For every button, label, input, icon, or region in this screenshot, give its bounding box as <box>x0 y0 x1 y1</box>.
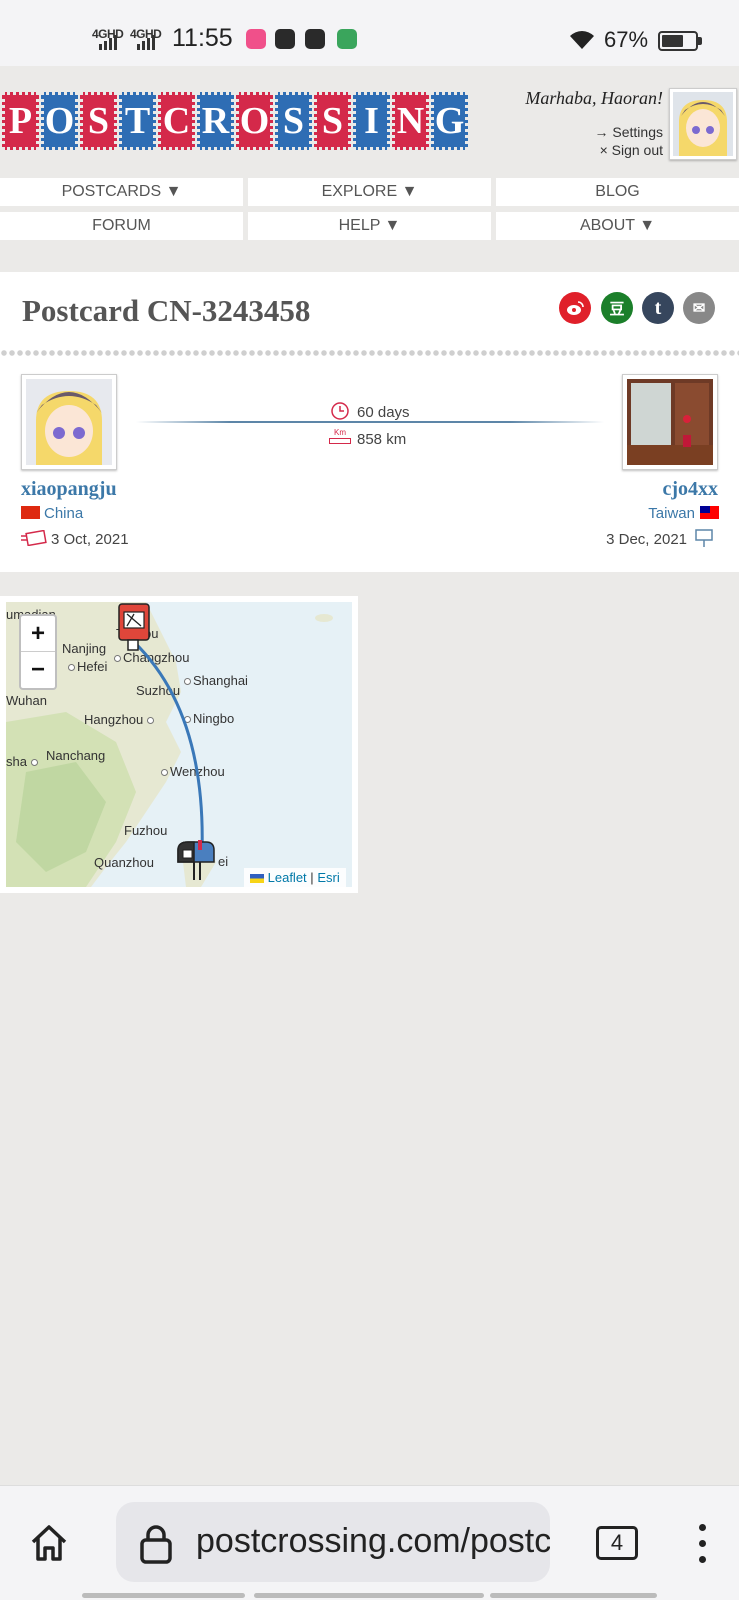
nav-postcards[interactable]: POSTCARDS ▼ <box>0 178 243 206</box>
tumblr-icon[interactable]: t <box>642 292 674 324</box>
greeting: Marhaba, Haoran! <box>525 88 663 108</box>
logo-letter: I <box>353 92 390 150</box>
logo-letter: T <box>119 92 156 150</box>
logo-letter: N <box>392 92 429 150</box>
distance: 858 km <box>357 431 407 448</box>
receiver-username[interactable]: cjo4xx <box>662 478 718 501</box>
esri-link[interactable]: Esri <box>317 870 339 885</box>
logo-letter: O <box>41 92 78 150</box>
sent-postcard-icon <box>21 530 47 546</box>
email-icon[interactable]: ✉ <box>683 292 715 324</box>
route-line <box>136 421 604 423</box>
logo-letter: R <box>197 92 234 150</box>
zoom-in-button[interactable]: + <box>21 616 55 652</box>
postcrossing-logo[interactable]: POSTCROSSING <box>2 92 468 150</box>
sender-country[interactable]: China <box>44 505 83 522</box>
dotted-divider <box>0 349 739 357</box>
home-icon[interactable] <box>28 1522 70 1564</box>
mailbox-icon <box>695 529 713 547</box>
logo-letter: O <box>236 92 273 150</box>
logo-letter: S <box>314 92 351 150</box>
user-avatar[interactable] <box>669 88 737 160</box>
page-title: Postcard CN-3243458 <box>22 293 311 328</box>
zoom-out-button[interactable]: − <box>21 652 55 688</box>
ukraine-flag-icon <box>250 874 264 884</box>
douban-icon[interactable]: 豆 <box>601 292 633 324</box>
logo-letter: P <box>2 92 39 150</box>
logo-letter: S <box>80 92 117 150</box>
battery-icon <box>658 31 698 51</box>
tab-switcher-button[interactable]: 4 <box>596 1526 638 1560</box>
logo-letter: C <box>158 92 195 150</box>
gesture-bar <box>254 1593 484 1598</box>
sender-avatar[interactable] <box>21 374 117 470</box>
clock: 11:55 <box>172 24 233 52</box>
gesture-bar <box>82 1593 245 1598</box>
settings-link[interactable]: → Settings <box>595 124 663 140</box>
leaflet-link[interactable]: Leaflet <box>268 870 307 885</box>
travel-time: 60 days <box>357 404 410 421</box>
nav-forum[interactable]: FORUM <box>0 212 243 240</box>
telegram-icon <box>305 29 325 49</box>
sender-postbox-marker[interactable] <box>116 602 152 652</box>
map-attribution: Leaflet | Esri <box>244 868 346 888</box>
receiver-mailbox-marker[interactable] <box>174 840 218 880</box>
nav-help[interactable]: HELP ▼ <box>248 212 491 240</box>
receiver-avatar[interactable] <box>622 374 718 470</box>
signal-icon <box>135 28 157 50</box>
weibo-icon[interactable] <box>559 292 591 324</box>
logo-letter: S <box>275 92 312 150</box>
wifi-icon <box>570 31 594 49</box>
battery-tip <box>698 37 702 45</box>
menu-icon[interactable] <box>699 1524 706 1564</box>
avatar-image <box>673 92 733 156</box>
battery-level <box>662 35 684 47</box>
attribution-separator: | <box>310 870 314 885</box>
lock-icon[interactable] <box>138 1524 174 1564</box>
logo-letter: G <box>431 92 468 150</box>
nav-blog[interactable]: BLOG <box>496 178 739 206</box>
distance-icon: Km <box>329 428 351 445</box>
sender-avatar-image <box>26 379 112 465</box>
nav-about[interactable]: ABOUT ▼ <box>496 212 739 240</box>
sign-out-link[interactable]: × Sign out <box>600 142 663 158</box>
china-flag-icon <box>21 506 40 519</box>
app-notification-icon <box>337 29 357 49</box>
gesture-bar <box>490 1593 657 1598</box>
route-map[interactable]: umadian Nanjing Hefei Wuhan Changzhou Su… <box>6 602 352 887</box>
receiver-country[interactable]: Taiwan <box>648 505 695 522</box>
app-notification-icon <box>275 29 295 49</box>
app-notification-icon <box>246 29 266 49</box>
sender-username[interactable]: xiaopangju <box>21 478 117 501</box>
url-text[interactable]: postcrossing.com/postcards/CN-3243458 <box>196 1522 550 1561</box>
received-date: 3 Dec, 2021 <box>606 531 687 548</box>
distance-icon-label: Km <box>334 428 346 437</box>
receiver-avatar-image <box>627 379 713 465</box>
taiwan-flag-icon <box>700 506 719 519</box>
nav-explore[interactable]: EXPLORE ▼ <box>248 178 491 206</box>
signal-icon <box>97 28 119 50</box>
clock-icon <box>331 402 349 420</box>
sent-date: 3 Oct, 2021 <box>51 531 129 548</box>
map-zoom-control: + − <box>19 614 57 690</box>
battery-percent: 67% <box>604 27 649 52</box>
